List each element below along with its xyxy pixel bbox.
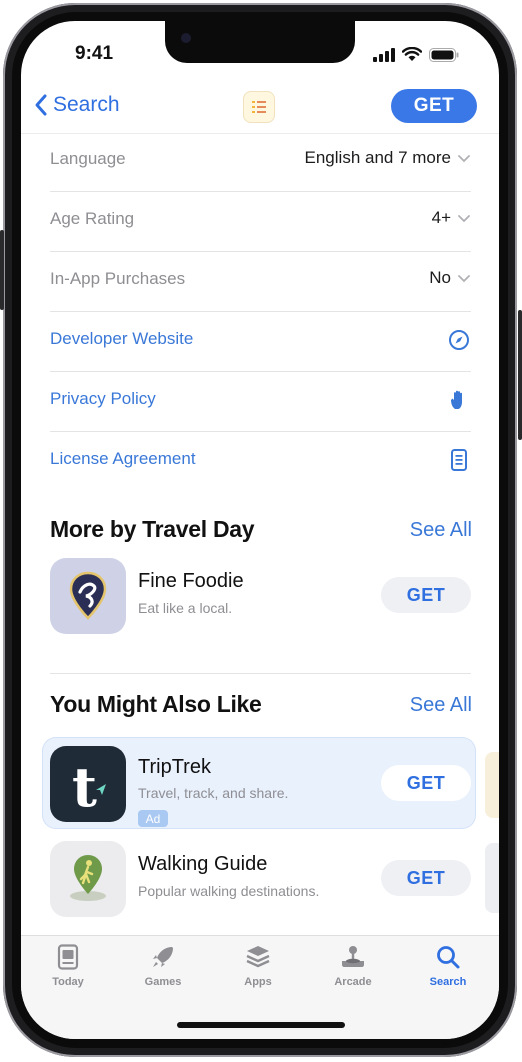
walking-pin-icon (70, 855, 106, 901)
link-row-privacy-policy[interactable]: Privacy Policy (50, 371, 471, 432)
info-row-value-text: English and 7 more (304, 148, 451, 167)
chevron-down-icon (458, 215, 470, 223)
tab-label: Games (144, 976, 182, 988)
info-row-value-text: 4+ (431, 208, 451, 227)
get-walking-guide-button[interactable]: GET (381, 860, 471, 896)
tab-label: Apps (244, 976, 272, 988)
get-fine-foodie-button[interactable]: GET (381, 577, 471, 613)
carousel-peek-card (485, 752, 499, 818)
joystick-icon (342, 946, 364, 967)
hand-icon (447, 388, 471, 412)
ad-badge: Ad (138, 810, 168, 827)
back-label: Search (53, 93, 120, 116)
info-row-label: Age Rating (50, 209, 135, 228)
info-row-label: Language (50, 149, 126, 168)
info-row-in-app-purchases[interactable]: In-App Purchases No (50, 251, 471, 312)
link-row-label: Developer Website (50, 329, 194, 348)
app-name: TripTrek (138, 756, 211, 778)
get-button[interactable]: GET (391, 89, 477, 123)
info-row-label: In-App Purchases (50, 269, 186, 288)
fine-foodie-app-icon (50, 558, 126, 634)
home-indicator[interactable] (177, 1022, 345, 1028)
get-triptrek-button[interactable]: GET (381, 765, 471, 801)
navigation-bar: Search GET (21, 81, 499, 134)
see-all-more-by-link[interactable]: See All (410, 519, 472, 542)
tab-arcade[interactable]: Arcade (318, 944, 388, 1004)
side-button (518, 310, 522, 440)
battery-icon (429, 47, 459, 62)
section-title-also-like: You Might Also Like (50, 691, 262, 717)
triptrek-logo-icon: t (72, 755, 106, 819)
carousel-peek-card (485, 843, 499, 913)
search-icon (437, 946, 460, 969)
see-all-also-like-link[interactable]: See All (410, 694, 472, 717)
compass-icon (447, 328, 471, 352)
app-item-walking-guide[interactable]: Walking Guide Popular walking destinatio… (50, 841, 471, 921)
tab-search[interactable]: Search (413, 944, 483, 1004)
tab-games[interactable]: Games (128, 944, 198, 1004)
app-item-triptrek[interactable]: t TripTrek Travel, track, and share. Ad … (50, 746, 471, 827)
tab-label: Search (429, 976, 467, 988)
app-subtitle: Popular walking destinations. (138, 883, 320, 899)
link-row-license-agreement[interactable]: License Agreement (50, 431, 471, 491)
info-row-language[interactable]: Language English and 7 more (50, 131, 471, 192)
layers-icon (246, 946, 270, 968)
info-row-value: 4+ (432, 208, 471, 228)
app-icon-small (243, 91, 275, 123)
tab-apps[interactable]: Apps (223, 944, 293, 1004)
status-time: 9:41 (75, 43, 114, 64)
notch (165, 21, 355, 63)
app-item-fine-foodie[interactable]: Fine Foodie Eat like a local. GET (50, 558, 471, 638)
screen: 9:41 Search GET Language English and 7 m… (21, 21, 499, 1039)
section-title-more-by: More by Travel Day (50, 516, 255, 542)
back-button[interactable]: Search (33, 93, 120, 117)
chevron-left-icon (35, 94, 47, 116)
checklist-icon (252, 101, 266, 113)
app-subtitle: Travel, track, and share. (138, 785, 289, 801)
info-row-value: No (429, 268, 471, 288)
volume-button (0, 230, 4, 310)
tab-label: Today (52, 976, 84, 988)
tab-today[interactable]: Today (33, 944, 103, 1004)
svg-text:t: t (72, 755, 97, 819)
link-row-developer-website[interactable]: Developer Website (50, 311, 471, 372)
link-row-label: Privacy Policy (50, 389, 156, 408)
app-name: Fine Foodie (138, 570, 244, 592)
today-icon (57, 944, 79, 970)
info-row-value-text: No (429, 268, 451, 287)
tab-label: Arcade (334, 976, 372, 988)
document-icon (447, 448, 471, 472)
wifi-icon (402, 47, 422, 61)
info-row-value: English and 7 more (305, 148, 471, 168)
link-row-label: License Agreement (50, 449, 196, 468)
walking-guide-app-icon (50, 841, 126, 917)
front-camera (181, 33, 191, 43)
status-icons (373, 47, 459, 62)
app-subtitle: Eat like a local. (138, 600, 233, 616)
app-name: Walking Guide (138, 853, 268, 875)
location-pin-icon (69, 571, 107, 620)
info-row-age-rating[interactable]: Age Rating 4+ (50, 191, 471, 252)
chevron-down-icon (458, 155, 470, 163)
signal-icon (373, 47, 395, 62)
chevron-down-icon (458, 275, 470, 283)
rocket-icon (153, 947, 173, 967)
divider (50, 673, 471, 674)
triptrek-app-icon: t (50, 746, 126, 822)
